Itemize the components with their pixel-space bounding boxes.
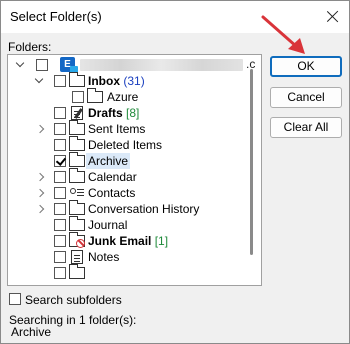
folder-checkbox[interactable] — [54, 219, 66, 231]
folder-checkbox[interactable] — [72, 91, 84, 103]
folder-label: Conversation History — [88, 202, 200, 216]
folder-label: Journal — [88, 218, 128, 232]
folder-checkbox[interactable] — [54, 235, 66, 247]
tree-row-sent-items[interactable]: Sent Items — [8, 120, 258, 137]
folder-label: Notes — [88, 250, 120, 264]
window-title: Select Folder(s) — [10, 9, 102, 24]
folder-checkbox[interactable] — [54, 171, 66, 183]
title-bar: Select Folder(s) — [1, 1, 349, 33]
folder-label: Archive — [86, 153, 131, 169]
folder-checkbox-checked[interactable] — [54, 155, 66, 167]
exchange-account-icon: E — [60, 57, 78, 74]
folder-icon — [69, 72, 85, 88]
folder-label: Calendar — [88, 170, 137, 184]
item-count: [1] — [154, 234, 169, 248]
folder-label: Drafts [8] — [88, 106, 140, 120]
notes-icon — [69, 249, 85, 264]
folder-label: Deleted Items — [88, 138, 163, 152]
account-checkbox[interactable] — [36, 59, 48, 71]
account-name-redacted — [80, 59, 243, 71]
folder-icon — [69, 136, 85, 152]
chevron-down-icon[interactable] — [34, 75, 46, 87]
folder-label: Junk Email [1] — [88, 234, 169, 248]
chevron-right-icon[interactable] — [36, 203, 48, 215]
folder-checkbox[interactable] — [54, 107, 66, 119]
ok-button[interactable]: OK — [270, 56, 342, 77]
tree-row-partial[interactable] — [8, 264, 258, 281]
folder-icon — [69, 120, 85, 136]
folder-icon — [69, 200, 85, 216]
folder-checkbox[interactable] — [54, 123, 66, 135]
item-count: [8] — [126, 106, 140, 120]
folder-icon — [69, 216, 85, 232]
search-status-folder: Archive — [11, 325, 52, 339]
chevron-right-icon[interactable] — [36, 123, 48, 135]
clear-all-button[interactable]: Clear All — [270, 117, 342, 138]
contacts-icon — [69, 185, 85, 200]
chevron-right-icon[interactable] — [36, 187, 48, 199]
folder-label: Azure — [107, 90, 139, 104]
folder-icon — [87, 88, 103, 104]
folder-checkbox[interactable] — [54, 267, 66, 279]
drafts-icon — [69, 105, 85, 120]
chevron-right-icon[interactable] — [36, 171, 48, 183]
tree-row-account[interactable]: E .c — [8, 57, 258, 74]
tree-row-deleted-items[interactable]: Deleted Items — [8, 136, 258, 153]
folder-checkbox[interactable] — [54, 203, 66, 215]
tree-row-conversation-history[interactable]: Conversation History — [8, 200, 258, 217]
folder-tree[interactable]: E .c Inbox (31) Azure Drafts [8] Sent It… — [7, 54, 262, 286]
folders-label: Folders: — [8, 40, 52, 54]
unread-count: (31) — [123, 74, 145, 88]
tree-row-archive[interactable]: Archive — [8, 152, 258, 169]
folder-checkbox[interactable] — [54, 187, 66, 199]
folder-icon — [69, 152, 85, 168]
tree-row-azure[interactable]: Azure — [8, 88, 258, 105]
folder-checkbox[interactable] — [54, 75, 66, 87]
tree-row-contacts[interactable]: Contacts — [8, 185, 258, 201]
folder-label: Sent Items — [88, 122, 146, 136]
select-folders-dialog: Select Folder(s) Folders: E .c Inbox (31… — [0, 0, 350, 344]
chevron-down-icon[interactable] — [15, 59, 27, 71]
junk-email-icon — [69, 232, 85, 248]
tree-row-junk-email[interactable]: Junk Email [1] — [8, 232, 258, 249]
tree-row-calendar[interactable]: Calendar — [8, 168, 258, 185]
tree-row-journal[interactable]: Journal — [8, 216, 258, 233]
tree-row-notes[interactable]: Notes — [8, 249, 258, 265]
folder-checkbox[interactable] — [54, 251, 66, 263]
folder-label: Contacts — [88, 186, 136, 200]
search-subfolders-label: Search subfolders — [25, 293, 122, 307]
folder-icon — [69, 264, 85, 280]
close-icon[interactable] — [323, 7, 343, 27]
folder-label: Inbox (31) — [88, 74, 145, 88]
search-subfolders-checkbox[interactable] — [9, 293, 21, 305]
folder-icon — [69, 168, 85, 184]
tree-row-inbox[interactable]: Inbox (31) — [8, 72, 258, 89]
vertical-scrollbar[interactable] — [250, 69, 253, 255]
cancel-button[interactable]: Cancel — [270, 87, 342, 108]
tree-row-drafts[interactable]: Drafts [8] — [8, 105, 258, 121]
folder-checkbox[interactable] — [54, 139, 66, 151]
